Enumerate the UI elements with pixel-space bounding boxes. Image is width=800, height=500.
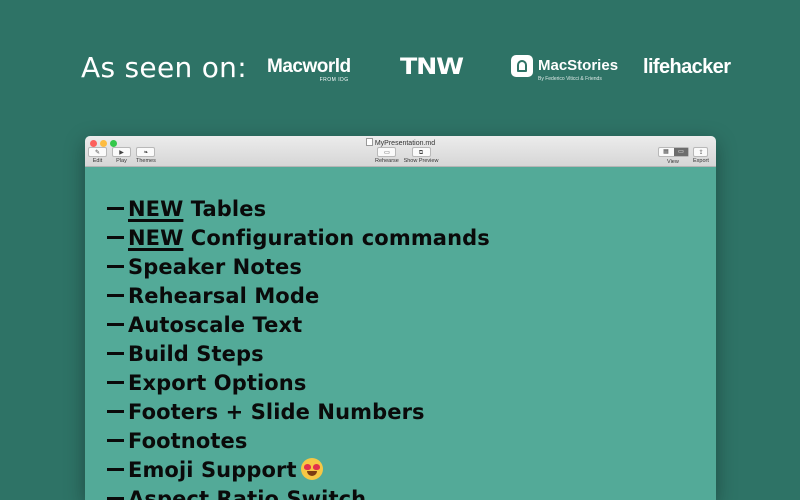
themes-icon: ❧: [136, 147, 156, 157]
dash-marker: [107, 294, 124, 297]
slide-canvas: NEW Tables NEW Configuration commands Sp…: [85, 167, 716, 500]
themes-label: Themes: [136, 158, 156, 164]
bullet-text: Aspect Ratio Switch: [128, 487, 367, 500]
new-label: NEW: [128, 197, 184, 221]
slide-bullet: Export Options: [107, 371, 306, 395]
window-titlebar: MyPresentation.md ✎ Edit ▶ Play ❧ Themes…: [85, 136, 716, 167]
bullet-text: Footers + Slide Numbers: [128, 400, 425, 424]
window-title: MyPresentation.md: [85, 138, 716, 147]
hero-banner: As seen on: Macworld FROM IDG TNW MacSto…: [0, 0, 800, 130]
play-label: Play: [116, 158, 127, 164]
bullet-text: Export Options: [128, 371, 307, 395]
dash-marker: [107, 265, 124, 268]
macstories-logo-text: MacStories: [538, 57, 619, 74]
bullet-text: Speaker Notes: [128, 255, 302, 279]
edit-button[interactable]: ✎ Edit: [88, 147, 107, 164]
dash-marker: [107, 207, 124, 210]
view-segmented-control[interactable]: ▦ ▭: [658, 147, 689, 157]
dash-marker: [107, 439, 124, 442]
macstories-logo-sub: By Federico Viticci & Friends: [538, 76, 602, 82]
bullet-text: Rehearsal Mode: [128, 284, 320, 308]
macstories-badge-icon: [511, 55, 533, 77]
dash-marker: [107, 352, 124, 355]
slide-view-icon[interactable]: ▭: [674, 148, 688, 156]
share-icon: ⇪: [693, 147, 709, 157]
tnw-logo: TNW: [400, 55, 464, 80]
bullet-text: Configuration commands: [183, 226, 490, 250]
dash-marker: [107, 236, 124, 239]
dash-marker: [107, 381, 124, 384]
macworld-logo: Macworld FROM IDG: [267, 56, 351, 84]
view-label: View: [667, 159, 679, 165]
preview-icon: ⧉: [411, 147, 431, 157]
slide-bullet: Speaker Notes: [107, 255, 302, 279]
slide-bullet: Emoji Support: [107, 458, 323, 482]
edit-label: Edit: [92, 158, 103, 164]
play-icon: ▶: [112, 147, 131, 157]
bullet-text: Autoscale Text: [128, 313, 303, 337]
show-preview-button[interactable]: ⧉ Show Preview: [403, 147, 439, 164]
slide-bullet: NEW Configuration commands: [107, 226, 490, 250]
new-label: NEW: [128, 226, 184, 250]
bullet-text: Tables: [183, 197, 267, 221]
rehearse-label: Rehearse: [375, 158, 399, 164]
dash-marker: [107, 410, 124, 413]
rehearse-icon: ▭: [377, 147, 397, 157]
app-window: MyPresentation.md ✎ Edit ▶ Play ❧ Themes…: [85, 136, 716, 500]
slide-bullet: NEW Tables: [107, 197, 266, 221]
seen-on-label: As seen on:: [81, 51, 247, 84]
document-icon: [365, 138, 373, 146]
themes-button[interactable]: ❧ Themes: [136, 147, 156, 164]
slide-bullet: Footnotes: [107, 429, 247, 453]
macworld-logo-text: Macworld: [267, 56, 351, 77]
slide-bullet: Rehearsal Mode: [107, 284, 319, 308]
heart-eyes-emoji-icon: [300, 458, 323, 480]
bullet-text: Emoji Support: [128, 458, 297, 482]
bullet-text: Build Steps: [128, 342, 264, 366]
slide-bullet: Footers + Slide Numbers: [107, 400, 425, 424]
dash-marker: [107, 468, 124, 471]
lifehacker-logo: lifehacker: [643, 56, 731, 78]
slide-bullet: Aspect Ratio Switch: [107, 487, 366, 500]
slide-bullet: Autoscale Text: [107, 313, 302, 337]
export-label: Export: [693, 158, 709, 164]
grid-view-icon[interactable]: ▦: [659, 148, 673, 156]
play-button[interactable]: ▶ Play: [112, 147, 131, 164]
bullet-text: Footnotes: [128, 429, 248, 453]
export-button[interactable]: ⇪ Export: [693, 147, 709, 164]
pencil-icon: ✎: [88, 147, 107, 157]
window-title-text: MyPresentation.md: [374, 140, 436, 147]
slide-bullet: Build Steps: [107, 342, 264, 366]
dash-marker: [107, 323, 124, 326]
macworld-logo-sub: FROM IDG: [319, 77, 349, 83]
show-preview-label: Show Preview: [403, 158, 439, 164]
rehearse-button[interactable]: ▭ Rehearse: [375, 147, 399, 164]
